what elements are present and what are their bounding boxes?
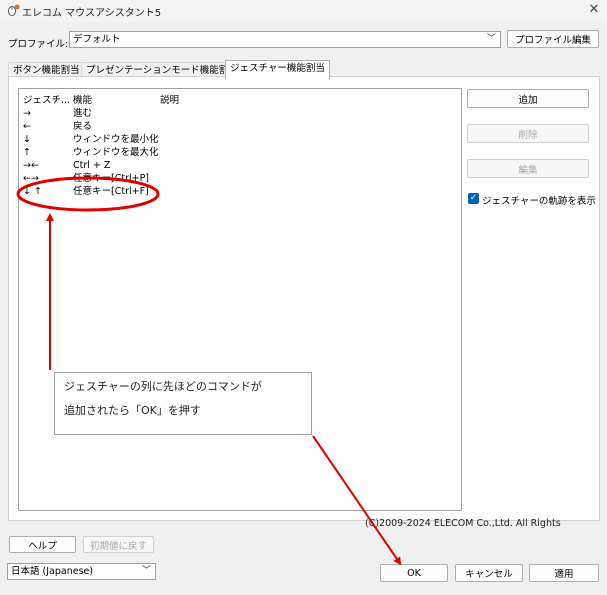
annotation-arrow-to-ok	[312, 435, 402, 566]
highlight-ellipse	[16, 176, 160, 212]
tab-gesture-assignment[interactable]: ジェスチャー機能割当	[225, 60, 330, 79]
annotation-overlay	[16, 176, 402, 566]
